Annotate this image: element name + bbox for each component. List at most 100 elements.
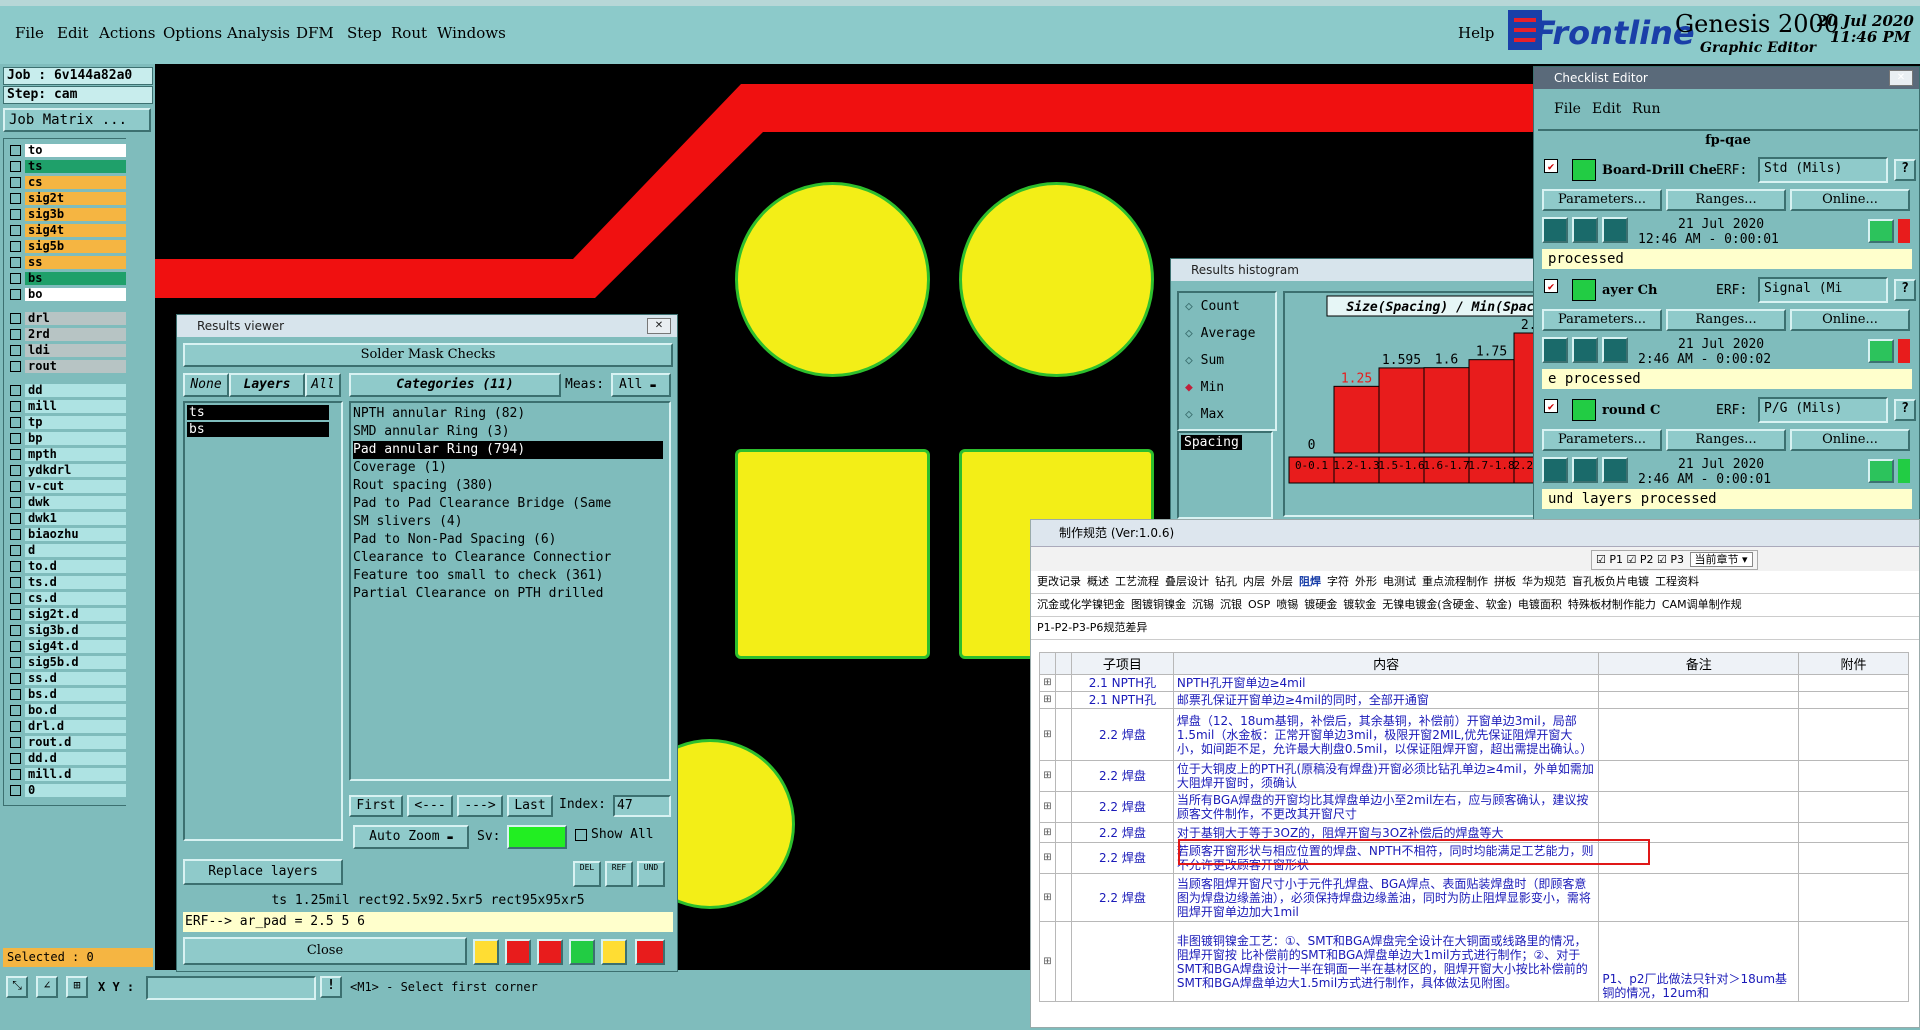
menu-actions[interactable]: Actions (99, 24, 155, 42)
spec-tab[interactable]: 阻焊 (1299, 575, 1321, 588)
layer-item[interactable]: ts (187, 405, 329, 420)
layer-name[interactable]: sig2t (25, 191, 128, 205)
layer-name[interactable]: mpth (25, 447, 128, 461)
layer-row[interactable]: v-cut (10, 479, 128, 493)
layer-name[interactable]: bp (25, 431, 128, 445)
aggregate-option[interactable]: ◇ Max (1185, 407, 1224, 422)
layer-row[interactable]: cs.d (10, 591, 128, 605)
layer-row[interactable]: sig4t.d (10, 639, 128, 653)
expand-icon[interactable]: ⊞ (1039, 921, 1056, 1002)
run-icon[interactable] (1572, 217, 1598, 243)
last-button[interactable]: Last (507, 795, 553, 817)
spec-tab[interactable]: 电镀面积 (1518, 598, 1562, 611)
layer-checkbox[interactable] (10, 720, 21, 732)
spec-tab[interactable]: 沉金或化学镍钯金 (1037, 598, 1125, 611)
spec-tab[interactable]: 喷锡 (1276, 598, 1298, 611)
layer-row[interactable]: sig3b (10, 207, 128, 221)
layer-name[interactable]: drl (25, 311, 128, 325)
layer-checkbox[interactable] (10, 400, 21, 412)
layer-name[interactable]: bs (25, 271, 128, 285)
category-item[interactable]: Partial Clearance on PTH drilled (353, 585, 663, 603)
layer-checkbox[interactable] (10, 608, 21, 620)
tool-icon[interactable] (569, 939, 595, 965)
layer-checkbox[interactable] (10, 528, 21, 540)
round-pad[interactable] (735, 182, 930, 377)
layer-checkbox[interactable] (10, 160, 21, 172)
layer-item[interactable]: bs (187, 422, 329, 437)
layer-row[interactable]: bo (10, 287, 128, 301)
layer-name[interactable]: sig2t.d (25, 607, 128, 621)
menu-rout[interactable]: Rout (391, 24, 427, 42)
run-icon[interactable] (1602, 457, 1628, 483)
spec-tab[interactable]: 沉银 (1220, 598, 1242, 611)
layer-checkbox[interactable] (10, 416, 21, 428)
layer-checkbox[interactable] (10, 272, 21, 284)
auto-zoom-dropdown[interactable]: Auto Zoom ▬ (353, 825, 469, 849)
layer-row[interactable]: sig2t (10, 191, 128, 205)
layer-name[interactable]: 2rd (25, 327, 128, 341)
layer-name[interactable]: biaozhu (25, 527, 128, 541)
row-select[interactable] (1054, 708, 1072, 761)
spec-tab[interactable]: 华为规范 (1522, 575, 1566, 588)
layer-row[interactable]: cs (10, 175, 128, 189)
spec-tab[interactable]: 镀软金 (1343, 598, 1376, 611)
show-all-checkbox[interactable] (575, 829, 587, 841)
ref-icon[interactable]: REF (605, 861, 633, 887)
spacing-list[interactable]: Spacing (1177, 431, 1273, 519)
layer-row[interactable]: 2rd (10, 327, 128, 341)
row-select[interactable] (1054, 921, 1072, 1002)
menu-dfm[interactable]: DFM (296, 24, 334, 42)
table-row[interactable]: ⊞ 2.1 NPTH孔 NPTH孔开窗单边≥4mil (1039, 674, 1909, 692)
spec-tab[interactable]: P1-P2-P3-P6规范差异 (1037, 621, 1147, 634)
layer-name[interactable]: ts.d (25, 575, 128, 589)
table-row[interactable]: ⊞ 2.1 NPTH孔 邮票孔保证开窗单边≥4mil的同时，全部开通窗 (1039, 691, 1909, 709)
category-list[interactable]: NPTH annular Ring (82) SMD annular Ring (… (349, 401, 671, 781)
radio-icon[interactable]: ◇ (1185, 407, 1201, 422)
ranges-button[interactable]: Ranges... (1666, 429, 1786, 451)
table-row[interactable]: ⊞ 2.2 焊盘 对于基铜大于等于3OZ的，阻焊开窗与3OZ补偿后的焊盘等大 (1039, 822, 1909, 843)
layer-checkbox[interactable] (10, 432, 21, 444)
layer-checkbox[interactable] (10, 256, 21, 268)
layer-checkbox[interactable] (10, 640, 21, 652)
layer-row[interactable]: biaozhu (10, 527, 128, 541)
layer-checkbox[interactable] (10, 240, 21, 252)
spec-tab[interactable]: 更改记录 (1037, 575, 1081, 588)
aggregate-option[interactable]: ◇ Average (1185, 326, 1255, 341)
parameters-button[interactable]: Parameters... (1542, 309, 1662, 331)
spec-tab[interactable]: 沉锡 (1192, 598, 1214, 611)
layer-name[interactable]: dd.d (25, 751, 128, 765)
spec-tab[interactable]: 概述 (1087, 575, 1109, 588)
layer-checkbox[interactable] (10, 736, 21, 748)
menu-step[interactable]: Step (347, 24, 382, 42)
histogram-bar[interactable] (1468, 359, 1515, 454)
layer-row[interactable]: sig3b.d (10, 623, 128, 637)
layer-name[interactable]: ss.d (25, 671, 128, 685)
run-icon[interactable] (1572, 457, 1598, 483)
expand-icon[interactable]: ⊞ (1039, 674, 1056, 692)
ranges-button[interactable]: Ranges... (1666, 309, 1786, 331)
layer-name[interactable]: cs (25, 175, 128, 189)
spec-tab[interactable]: 外层 (1271, 575, 1293, 588)
layer-checkbox[interactable] (10, 688, 21, 700)
histogram-icon[interactable] (635, 939, 665, 965)
spec-tab[interactable]: 无镍电镀金(含硬金、软金) (1382, 598, 1512, 611)
layer-name[interactable]: dwk (25, 495, 128, 509)
table-row[interactable]: ⊞ 2.2 焊盘 若顾客开窗形状与相应位置的焊盘、NPTH不相符，同时均能满足工艺能… (1039, 842, 1909, 874)
spec-tab[interactable]: 工艺流程 (1115, 575, 1159, 588)
layer-row[interactable]: sig2t.d (10, 607, 128, 621)
categories-button[interactable]: Categories (11) (349, 373, 561, 397)
spec-tab[interactable]: 外形 (1355, 575, 1377, 588)
layer-checkbox[interactable] (10, 192, 21, 204)
tool-icon[interactable] (473, 939, 499, 965)
layer-row[interactable]: dd (10, 383, 128, 397)
layer-name[interactable]: rout.d (25, 735, 128, 749)
layer-name[interactable]: tp (25, 415, 128, 429)
job-matrix-button[interactable]: Job Matrix ... (3, 108, 151, 132)
layer-name[interactable]: rout (25, 359, 128, 373)
histogram-bar[interactable] (1378, 367, 1425, 454)
radio-icon[interactable]: ◇ (1185, 299, 1201, 314)
layer-name[interactable]: ss (25, 255, 128, 269)
spec-tab[interactable]: 工程资料 (1655, 575, 1699, 588)
check-icon[interactable]: ✔ (1544, 279, 1558, 293)
expand-icon[interactable]: ⊞ (1039, 873, 1056, 922)
